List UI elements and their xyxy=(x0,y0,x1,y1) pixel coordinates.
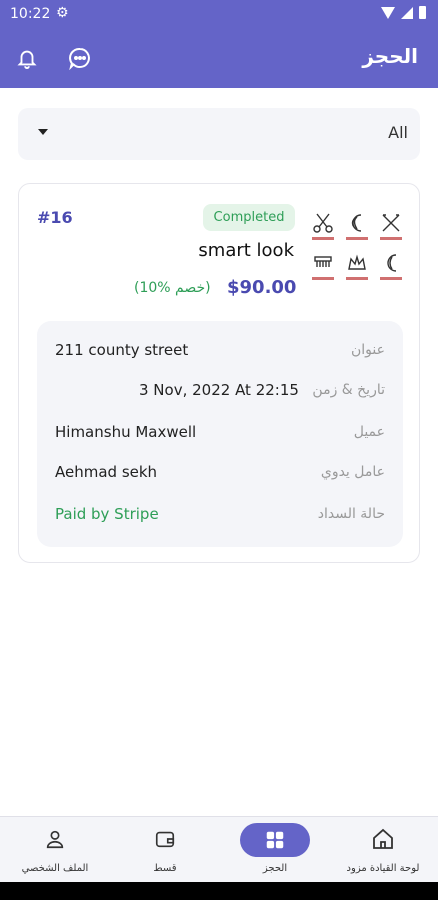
crown-logo-icon xyxy=(343,248,371,282)
chat-icon[interactable] xyxy=(68,46,92,70)
booking-icon xyxy=(240,823,310,857)
address-value: 211 county street xyxy=(55,341,189,359)
home-icon xyxy=(367,823,399,855)
payment-status-value: Paid by Stripe xyxy=(55,505,159,523)
wallet-icon xyxy=(149,823,181,855)
address-label: عنوان xyxy=(351,342,385,358)
nav-item-dashboard[interactable]: لوحة القيادة مزود xyxy=(328,817,438,883)
status-time: 10:22 xyxy=(10,6,51,22)
profile-icon xyxy=(39,823,71,855)
notification-bell-icon[interactable] xyxy=(16,46,38,70)
handyman-row: Aehmad sekh عامل يدوي xyxy=(37,459,403,489)
customer-value: Himanshu Maxwell xyxy=(55,423,197,441)
customer-row: Himanshu Maxwell عميل xyxy=(37,419,403,449)
discount-label: (10% خصم) xyxy=(134,280,211,296)
razor-logo-icon xyxy=(377,208,405,242)
nav-label-dashboard: لوحة القيادة مزود xyxy=(346,863,420,874)
system-navigation-bar xyxy=(0,882,438,900)
payment-status-row: Paid by Stripe حالة السداد xyxy=(37,501,403,531)
booking-price: $90.00 xyxy=(227,277,297,298)
handyman-label: عامل يدوي xyxy=(320,464,385,480)
dropdown-arrow-icon xyxy=(38,129,48,135)
payment-status-label: حالة السداد xyxy=(317,506,385,522)
signal-icon xyxy=(401,6,413,19)
filter-selected-value: All xyxy=(388,123,408,142)
nav-item-booking[interactable]: الحجز xyxy=(220,817,330,883)
status-icons xyxy=(381,6,426,19)
comb-logo-icon xyxy=(309,248,337,282)
nav-label-wallet: قسط xyxy=(153,863,177,874)
face-logo-icon xyxy=(377,248,405,282)
booking-id: #16 xyxy=(37,208,73,227)
nav-item-profile[interactable]: الملف الشخصي xyxy=(0,817,110,883)
status-filter-dropdown[interactable]: All xyxy=(18,108,420,160)
settings-icon: ⚙ xyxy=(56,5,69,21)
page-title: الحجز xyxy=(362,44,418,68)
battery-icon xyxy=(419,6,426,19)
salon-logo xyxy=(309,208,407,284)
booking-card[interactable]: #16 Completed smart look $90.00 (10% خصم… xyxy=(18,183,420,563)
bottom-navigation: الملف الشخصي قسط الحجز لوحة القيادة مزود xyxy=(0,816,438,882)
customer-label: عميل xyxy=(353,424,385,440)
status-badge: Completed xyxy=(203,204,295,231)
nav-item-wallet[interactable]: قسط xyxy=(110,817,220,883)
hair-profile-logo-icon xyxy=(343,208,371,242)
datetime-label: تاريخ & زمن xyxy=(312,382,385,398)
salon-name: smart look xyxy=(198,240,294,261)
booking-details: 211 county street عنوان 3 Nov, 2022 At 2… xyxy=(37,321,403,547)
datetime-row: 3 Nov, 2022 At 22:15 تاريخ & زمن xyxy=(37,377,403,407)
app-bar: الحجز xyxy=(0,30,438,88)
address-row: 211 county street عنوان xyxy=(37,337,403,367)
scissors-logo-icon xyxy=(309,208,337,242)
datetime-value: 3 Nov, 2022 At 22:15 xyxy=(139,381,299,399)
wifi-icon xyxy=(381,6,395,19)
nav-label-profile: الملف الشخصي xyxy=(21,863,89,874)
status-bar: 10:22 ⚙ xyxy=(0,0,438,30)
handyman-value: Aehmad sekh xyxy=(55,463,158,481)
nav-label-booking: الحجز xyxy=(262,863,288,874)
